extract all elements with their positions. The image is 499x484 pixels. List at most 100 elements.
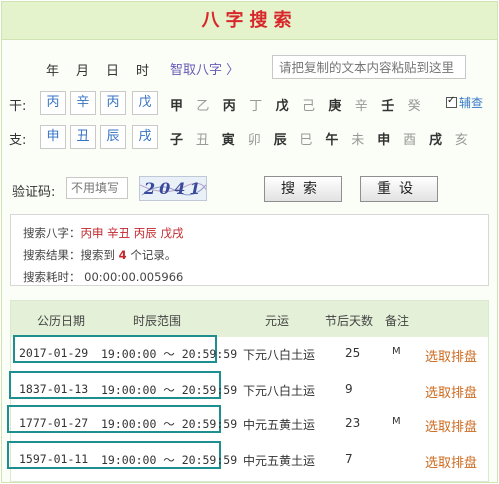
checkbox-checked-icon xyxy=(446,95,457,108)
summary-time: 搜索耗时： 00:00:00.005966 xyxy=(23,269,183,285)
gan-char[interactable]: 丙 xyxy=(223,95,236,114)
verify-row: 验证码: 2041 搜索 重设 xyxy=(2,176,497,202)
page-title: 八字搜索 xyxy=(201,10,298,31)
col-header-range: 时辰范围 xyxy=(133,314,182,328)
results-table: 公历日期 时辰范围 元运 节后天数 备注 2017-01-29 19:00:00 … xyxy=(7,300,489,482)
cell-days: 9 xyxy=(345,382,353,396)
cell-yun: 中元五黄土运 xyxy=(243,454,316,468)
cell-days: 7 xyxy=(345,452,353,466)
table-row: 1837-01-13 19:00:00 ～ 20:59:59 下元八白土运 9 选取排盘 xyxy=(9,371,488,407)
cell-date: 1837-01-13 xyxy=(19,382,89,396)
chevron-right-icon: 〉 xyxy=(222,63,240,78)
cell-note: M xyxy=(392,346,401,357)
gan-char[interactable]: 丁 xyxy=(249,95,262,114)
month-label: 月 xyxy=(76,64,90,79)
bazi-search-panel: 八字搜索 年 月 日 时 智取八字 〉 干: 辅查 丙辛丙戊甲乙丙丁戊己庚辛壬癸… xyxy=(1,1,498,483)
hour-label: 时 xyxy=(136,64,150,79)
table-row: 1597-01-11 19:00:00 ～ 20:59:59 中元五黄土运 7 选取排盘 xyxy=(7,441,488,477)
date-input-row: 年 月 日 时 智取八字 〉 xyxy=(2,55,497,81)
cell-date: 1777-01-27 xyxy=(19,416,89,430)
zhi-select-2[interactable]: 丑 xyxy=(70,125,96,149)
captcha-input[interactable] xyxy=(66,177,128,199)
summary-time-value: 00:00:00.005966 xyxy=(84,270,184,284)
gan-char[interactable]: 辛 xyxy=(355,95,368,114)
zhi-char[interactable]: 丑 xyxy=(196,129,209,148)
select-chart-link[interactable]: 选取排盘 xyxy=(425,382,477,401)
search-summary: 搜索八字：丙申 辛丑 丙辰 戊戌 搜索结果：搜索到 4 个记录。 搜索耗时： 0… xyxy=(10,214,489,286)
table-row: 2017-01-29 19:00:00 ～ 20:59:59 下元八白土运 25 M 选取… xyxy=(11,335,488,371)
cell-days: 23 xyxy=(345,416,361,430)
cell-days: 25 xyxy=(345,346,361,360)
gan-select-4[interactable]: 戊 xyxy=(132,91,158,115)
zhi-char[interactable]: 酉 xyxy=(403,129,416,148)
summary-count-prefix: 搜索到 xyxy=(80,248,116,262)
aux-search-checkbox[interactable]: 辅查 xyxy=(446,94,483,111)
zhi-char[interactable]: 辰 xyxy=(274,129,287,148)
gan-char[interactable]: 戊 xyxy=(276,95,289,114)
day-label: 日 xyxy=(106,64,120,79)
cell-range: 19:00:00 ～ 20:59:59 xyxy=(101,347,238,361)
summary-count-value: 4 xyxy=(118,248,127,262)
gan-char[interactable]: 庚 xyxy=(328,95,341,114)
cell-yun: 下元八白土运 xyxy=(243,384,316,398)
zhi-select-3[interactable]: 辰 xyxy=(100,125,126,149)
captcha-text: 2041 xyxy=(144,179,205,198)
gan-select-2[interactable]: 辛 xyxy=(70,91,96,115)
year-label: 年 xyxy=(46,64,60,79)
zhi-char[interactable]: 申 xyxy=(377,129,390,148)
summary-count: 搜索结果：搜索到 4 个记录。 xyxy=(23,247,176,263)
zhi-select-1[interactable]: 申 xyxy=(40,125,66,149)
gan-char[interactable]: 乙 xyxy=(196,95,209,114)
panel-header: 八字搜索 xyxy=(2,2,497,40)
captcha-image[interactable]: 2041 xyxy=(139,176,207,201)
col-header-yun: 元运 xyxy=(265,314,290,328)
heavenly-stem-row: 干: 辅查 丙辛丙戊甲乙丙丁戊己庚辛壬癸 xyxy=(2,91,497,117)
paste-text-input[interactable] xyxy=(272,55,466,79)
gan-select-3[interactable]: 丙 xyxy=(100,91,126,115)
zhi-char[interactable]: 未 xyxy=(351,129,364,148)
gan-char[interactable]: 己 xyxy=(302,95,315,114)
select-chart-link[interactable]: 选取排盘 xyxy=(425,416,477,435)
zhi-char[interactable]: 寅 xyxy=(222,129,235,148)
col-header-date: 公历日期 xyxy=(37,314,86,328)
reset-button[interactable]: 重设 xyxy=(360,176,438,202)
cell-range: 19:00:00 ～ 20:59:59 xyxy=(101,383,238,397)
cell-yun: 中元五黄土运 xyxy=(243,418,316,432)
select-chart-link[interactable]: 选取排盘 xyxy=(425,346,477,365)
gan-char[interactable]: 壬 xyxy=(381,95,394,114)
col-header-days: 节后天数 xyxy=(325,314,374,328)
branch-label: 支: xyxy=(9,133,27,148)
table-header: 公历日期 时辰范围 元运 节后天数 备注 xyxy=(11,301,488,337)
zhi-char[interactable]: 巳 xyxy=(300,129,313,148)
summary-time-label: 搜索耗时： xyxy=(23,270,81,284)
smart-bazi-link[interactable]: 智取八字 〉 xyxy=(170,59,239,78)
select-chart-link[interactable]: 选取排盘 xyxy=(425,452,477,471)
zhi-char[interactable]: 卯 xyxy=(248,129,261,148)
earthly-branch-row: 支: 申丑辰戌子丑寅卯辰巳午未申酉戌亥 xyxy=(2,125,497,151)
captcha-label: 验证码: xyxy=(12,185,56,200)
cell-date: 1597-01-11 xyxy=(19,452,89,466)
zhi-char[interactable]: 子 xyxy=(170,129,183,148)
cell-date: 2017-01-29 xyxy=(19,346,89,360)
zhi-char[interactable]: 亥 xyxy=(455,129,468,148)
zhi-char[interactable]: 午 xyxy=(325,129,338,148)
aux-search-label: 辅查 xyxy=(459,96,484,110)
table-row: 1777-01-27 19:00:00 ～ 20:59:59 中元五黄土运 23 M 选取… xyxy=(7,405,488,441)
stem-label: 干: xyxy=(9,99,27,114)
summary-bazi-value: 丙申 辛丑 丙辰 戊戌 xyxy=(80,226,184,240)
summary-count-suffix: 个记录。 xyxy=(130,248,177,262)
zhi-char[interactable]: 戌 xyxy=(429,129,442,148)
gan-char[interactable]: 甲 xyxy=(170,95,183,114)
cell-range: 19:00:00 ～ 20:59:59 xyxy=(101,417,238,431)
search-button[interactable]: 搜索 xyxy=(264,176,342,202)
summary-bazi: 搜索八字：丙申 辛丑 丙辰 戊戌 xyxy=(23,225,183,241)
gan-select-1[interactable]: 丙 xyxy=(40,91,66,115)
cell-note: M xyxy=(392,416,401,427)
summary-count-label: 搜索结果： xyxy=(23,248,81,262)
zhi-select-4[interactable]: 戌 xyxy=(132,125,158,149)
summary-bazi-label: 搜索八字： xyxy=(23,226,81,240)
gan-char[interactable]: 癸 xyxy=(408,95,421,114)
cell-range: 19:00:00 ～ 20:59:59 xyxy=(101,453,238,467)
col-header-note: 备注 xyxy=(385,314,410,328)
cell-yun: 下元八白土运 xyxy=(243,348,316,362)
